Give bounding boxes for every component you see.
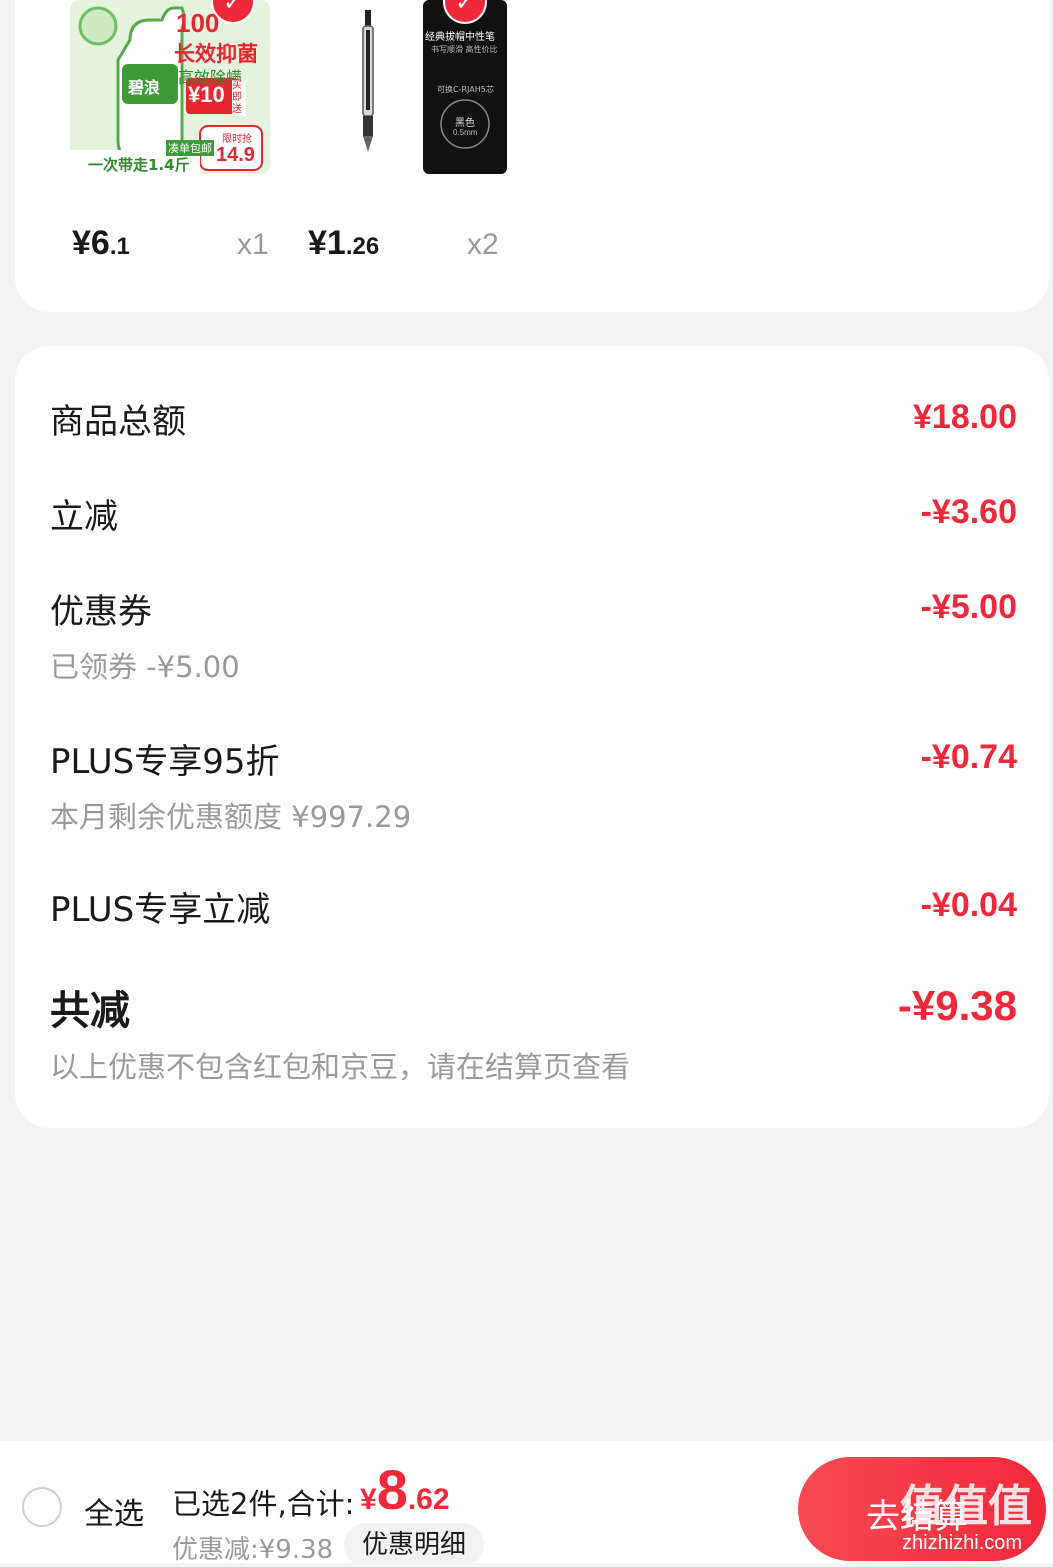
plus95-sub: 本月剩余优惠额度 ¥997.29 [50,800,412,834]
selected-products-card: 100 长效抑菌 高效除螨 碧浪 ¥10 买即送 凑单包邮 一次带走1.4斤 限… [15,0,1049,312]
checkout-bar: 全选 已选2件,合计: ¥8.62 优惠减:¥9.38 优惠明细 去结算 [0,1441,1053,1567]
image-text-pen-color: 黑色 [455,118,475,129]
price-main: ¥6 [72,224,110,262]
watermark-url: zhizhizhi.com [902,1532,1023,1554]
image-text-pen-size: 0.5mm [453,128,478,137]
price-main: ¥1 [308,224,346,262]
coupon-value: -¥5.00 [920,588,1017,626]
discount-amount-text: 优惠减:¥9.38 [172,1535,334,1565]
coupon-sub: 已领券 -¥5.00 [50,650,240,684]
image-text-flash-price: 14.9 [216,144,255,166]
goods-total-label: 商品总额 [50,402,186,442]
image-text-flash: 限时抢 [222,134,252,145]
select-all-radio[interactable] [22,1487,62,1527]
total-dec: .62 [407,1483,450,1516]
discount-note: 以上优惠不包含红包和京豆，请在结算页查看 [50,1050,631,1084]
total-yen: ¥ [360,1483,377,1516]
plus-instant-value: -¥0.04 [920,886,1017,924]
product-price: ¥6.1 [72,224,130,263]
total-discount-value: -¥9.38 [897,982,1017,1029]
product-qty: x1 [237,228,269,261]
image-text-pen-title: 经典拔帽中性笔 [425,32,495,43]
product-price: ¥1.26 [308,224,379,263]
image-text-bottom-line: 一次带走1.4斤 [88,156,190,174]
select-all-label[interactable]: 全选 [84,1489,144,1533]
image-text-brand: 碧浪 [128,78,161,97]
selected-count-text: 已选2件,合计: [172,1487,355,1521]
price-decimal: .26 [345,233,380,260]
plus95-value: -¥0.74 [920,738,1017,776]
total-int: 8 [376,1458,408,1521]
image-text-promo-tag: 买即送 [232,80,246,116]
image-text-headline-top: 100 [176,8,220,38]
goods-total-value: ¥18.00 [913,398,1017,436]
instant-discount-label: 立减 [50,497,118,537]
image-text-pen-refill: 可换C-RJAH5芯 [437,85,494,94]
instant-discount-value: -¥3.60 [920,493,1017,531]
image-text-promo-price: ¥10 [188,82,225,107]
discount-summary-card: 商品总额 ¥18.00 立减 -¥3.60 优惠券 -¥5.00 已领券 -¥5… [15,346,1049,1128]
coupon-label: 优惠券 [50,592,152,632]
watermark-logo: 值值值 [900,1481,1032,1532]
product-image-detergent[interactable]: 100 长效抑菌 高效除螨 碧浪 ¥10 买即送 凑单包邮 一次带走1.4斤 限… [70,0,270,174]
price-decimal: .1 [109,233,130,260]
product-qty: x2 [467,228,499,261]
image-text-pen-subtitle: 书写顺滑 高性价比 [431,45,498,54]
discount-detail-button[interactable]: 优惠明细 [344,1523,484,1567]
total-discount-label: 共减 [50,988,130,1034]
plus-instant-label: PLUS专享立减 [50,890,271,930]
plus95-label: PLUS专享95折 [50,742,280,782]
total-amount: ¥8.62 [360,1457,450,1522]
product-image-pen[interactable]: 经典拔帽中性笔 书写顺滑 高性价比 可换C-RJAH5芯 黑色 0.5mm [307,0,507,174]
